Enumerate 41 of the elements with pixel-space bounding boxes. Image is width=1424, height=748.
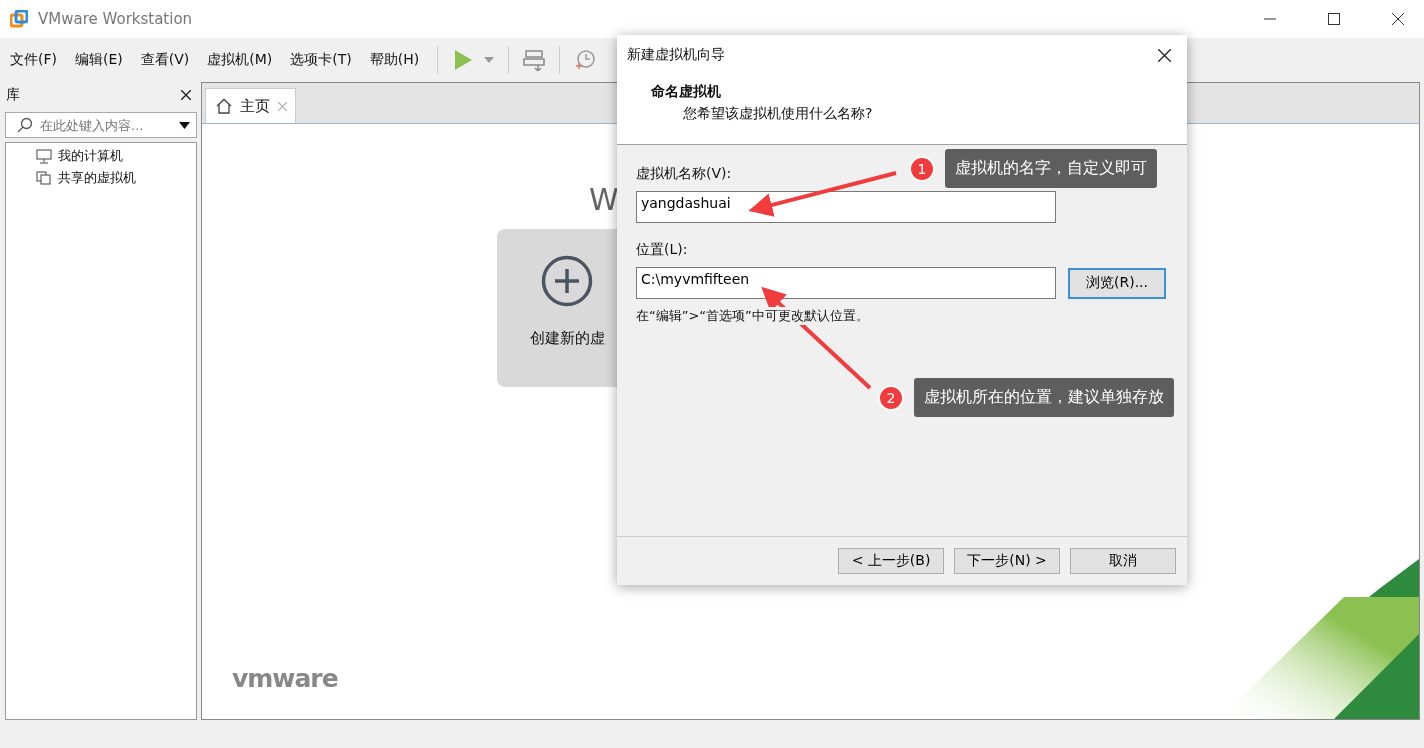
tree-item[interactable]: 我的计算机 [58, 147, 123, 165]
dialog-subheading: 您希望该虚拟机使用什么名称? [683, 105, 874, 123]
menu-item[interactable]: 选项卡(T) [286, 51, 356, 69]
dialog-title: 新建虚拟机向导 [627, 46, 725, 64]
dialog-heading: 命名虚拟机 [651, 83, 722, 101]
callout-text: 虚拟机所在的位置，建议单独存放 [914, 378, 1174, 417]
menu-item[interactable]: 虚拟机(M) [203, 51, 277, 69]
menu-item[interactable]: 查看(V) [136, 51, 194, 69]
close-icon[interactable] [181, 90, 191, 100]
app-logo-icon [10, 10, 28, 28]
welcome-heading: W [589, 182, 619, 217]
dialog-button[interactable]: < 上一步(B) [838, 548, 944, 574]
network-icon[interactable] [523, 49, 546, 71]
caret-icon[interactable] [484, 57, 495, 63]
close-icon[interactable] [1158, 48, 1171, 62]
maximize-icon[interactable] [1328, 13, 1340, 25]
library-title: 库 [6, 86, 20, 104]
close-icon[interactable] [1392, 13, 1404, 25]
menu-item[interactable]: 文件(F) [6, 51, 61, 69]
search-field[interactable]: 在此处键入内容... [5, 112, 197, 138]
menu-item[interactable]: 帮助(H) [365, 51, 424, 69]
vmware-logo: vmware [232, 664, 338, 693]
dropdown-caret-icon[interactable] [179, 122, 190, 129]
location-field[interactable]: C:\myvmfifteen [636, 267, 1056, 299]
menu-item[interactable]: 编辑(E) [71, 51, 127, 69]
dialog-button[interactable]: 取消 [1070, 548, 1176, 574]
shared-vm-icon [36, 170, 52, 186]
field-label: 虚拟机名称(V): [636, 165, 732, 183]
search-icon [17, 117, 33, 133]
field-label: 位置(L): [636, 241, 688, 259]
window-title: VMware Workstation [38, 10, 193, 28]
clock-icon[interactable] [574, 49, 597, 71]
monitor-icon [36, 148, 52, 164]
dialog-button[interactable]: 下一步(N) > [954, 548, 1060, 574]
plus-circle-icon [541, 255, 593, 307]
home-tab[interactable]: 主页 [205, 88, 296, 123]
browse-button[interactable]: 浏览(R)... [1068, 267, 1166, 299]
name-field[interactable]: yangdashuai [636, 191, 1056, 223]
callout-text: 虚拟机的名字，自定义即可 [945, 149, 1157, 188]
tree-item[interactable]: 共享的虚拟机 [58, 169, 136, 187]
home-icon [216, 98, 232, 114]
